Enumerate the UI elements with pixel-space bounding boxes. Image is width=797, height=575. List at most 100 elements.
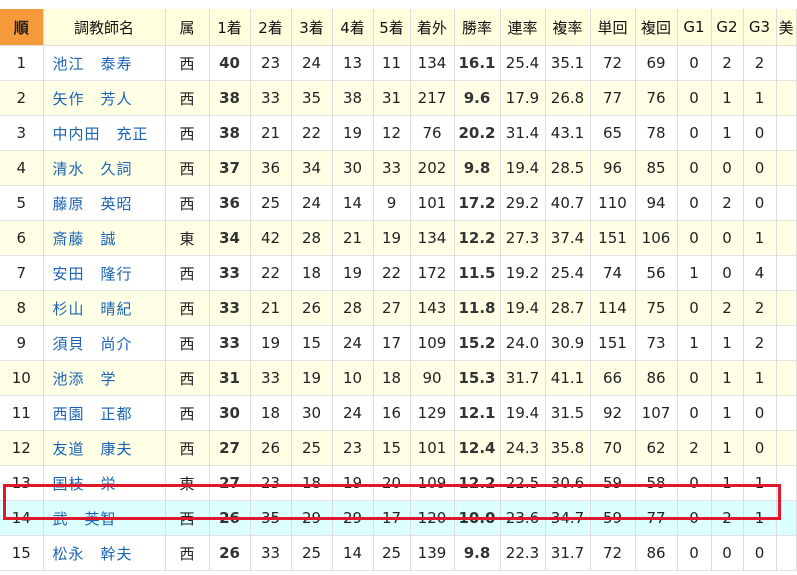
header-row: 順 調教師名 属 1着 2着 3着 4着 5着 着外 勝率 連率 複率 単回 複… xyxy=(0,9,797,46)
header-g2[interactable]: G2 xyxy=(711,9,744,46)
cell-trainer-name[interactable]: 西園 正都 xyxy=(43,395,166,431)
cell-out: 101 xyxy=(410,430,455,466)
header-top3-rate[interactable]: 複率 xyxy=(545,9,591,46)
header-trainer-name[interactable]: 調教師名 xyxy=(43,9,166,46)
header-2nd[interactable]: 2着 xyxy=(250,9,292,46)
cell-4th: 14 xyxy=(332,185,374,221)
cell-affiliation: 西 xyxy=(165,360,210,396)
cell-5th: 12 xyxy=(373,115,411,151)
cell-trainer-name[interactable]: 斎藤 誠 xyxy=(43,220,166,256)
cell-extra xyxy=(776,500,797,536)
cell-g1: 0 xyxy=(677,500,712,536)
trainer-ranking-table: 順 調教師名 属 1着 2着 3着 4着 5着 着外 勝率 連率 複率 単回 複… xyxy=(0,9,797,571)
cell-trainer-name[interactable]: 清水 久詞 xyxy=(43,150,166,186)
cell-trainer-name[interactable]: 友道 康夫 xyxy=(43,430,166,466)
cell-trainer-name[interactable]: 国枝 栄 xyxy=(43,465,166,501)
cell-2nd: 18 xyxy=(250,395,292,431)
header-win-return[interactable]: 単回 xyxy=(590,9,636,46)
cell-trainer-name[interactable]: 安田 隆行 xyxy=(43,255,166,291)
cell-1st: 31 xyxy=(209,360,251,396)
header-extra[interactable]: 美 xyxy=(776,9,797,46)
cell-trainer-name[interactable]: 須貝 尚介 xyxy=(43,325,166,361)
cell-4th: 19 xyxy=(332,115,374,151)
header-g3[interactable]: G3 xyxy=(743,9,777,46)
header-4th[interactable]: 4着 xyxy=(332,9,374,46)
cell-top2-rate: 19.2 xyxy=(500,255,546,291)
table-row: 2 矢作 芳人西 38 33 35 38 31 217 9.6 17.9 26.8 77 76 0 1 1 xyxy=(0,80,797,116)
cell-trainer-name[interactable]: 藤原 英昭 xyxy=(43,185,166,221)
cell-trainer-name[interactable]: 池添 学 xyxy=(43,360,166,396)
cell-g3: 1 xyxy=(743,80,777,116)
header-1st[interactable]: 1着 xyxy=(209,9,251,46)
cell-4th: 14 xyxy=(332,535,374,571)
cell-win-rate: 12.1 xyxy=(454,395,501,431)
header-place-return[interactable]: 複回 xyxy=(635,9,678,46)
header-5th[interactable]: 5着 xyxy=(373,9,411,46)
cell-g2: 0 xyxy=(711,535,744,571)
cell-g3: 0 xyxy=(743,185,777,221)
cell-3rd: 18 xyxy=(291,255,333,291)
cell-rank: 6 xyxy=(0,220,44,256)
cell-trainer-name[interactable]: 武 英智 xyxy=(43,500,166,536)
cell-affiliation: 西 xyxy=(165,430,210,466)
cell-top2-rate: 31.4 xyxy=(500,115,546,151)
cell-extra xyxy=(776,360,797,396)
cell-g2: 2 xyxy=(711,45,744,81)
cell-place-return: 56 xyxy=(635,255,678,291)
cell-affiliation: 西 xyxy=(165,115,210,151)
cell-trainer-name[interactable]: 池江 泰寿 xyxy=(43,45,166,81)
table-row: 11 西園 正都西 30 18 30 24 16 129 12.1 19.4 31.5 92 107 0 1… xyxy=(0,395,797,431)
cell-place-return: 86 xyxy=(635,360,678,396)
cell-top2-rate: 25.4 xyxy=(500,45,546,81)
cell-extra xyxy=(776,150,797,186)
cell-extra xyxy=(776,465,797,501)
cell-extra xyxy=(776,255,797,291)
cell-top3-rate: 35.8 xyxy=(545,430,591,466)
header-top2-rate[interactable]: 連率 xyxy=(500,9,546,46)
cell-g3: 0 xyxy=(743,535,777,571)
cell-trainer-name[interactable]: 杉山 晴紀 xyxy=(43,290,166,326)
cell-rank: 7 xyxy=(0,255,44,291)
header-3rd[interactable]: 3着 xyxy=(291,9,333,46)
cell-g2: 2 xyxy=(711,185,744,221)
cell-affiliation: 西 xyxy=(165,325,210,361)
cell-5th: 20 xyxy=(373,465,411,501)
cell-out: 139 xyxy=(410,535,455,571)
cell-win-return: 77 xyxy=(590,80,636,116)
cell-3rd: 24 xyxy=(291,185,333,221)
header-out[interactable]: 着外 xyxy=(410,9,455,46)
cell-4th: 24 xyxy=(332,325,374,361)
header-rank[interactable]: 順 xyxy=(0,9,44,46)
cell-rank: 11 xyxy=(0,395,44,431)
cell-1st: 40 xyxy=(209,45,251,81)
cell-g1: 0 xyxy=(677,465,712,501)
cell-g3: 1 xyxy=(743,500,777,536)
cell-g2: 2 xyxy=(711,290,744,326)
cell-top2-rate: 27.3 xyxy=(500,220,546,256)
cell-affiliation: 西 xyxy=(165,80,210,116)
cell-2nd: 33 xyxy=(250,80,292,116)
cell-out: 76 xyxy=(410,115,455,151)
cell-top3-rate: 35.1 xyxy=(545,45,591,81)
cell-extra xyxy=(776,325,797,361)
header-affiliation[interactable]: 属 xyxy=(165,9,210,46)
trainer-ranking-table-wrap: 順 調教師名 属 1着 2着 3着 4着 5着 着外 勝率 連率 複率 単回 複… xyxy=(0,9,797,571)
cell-g2: 1 xyxy=(711,325,744,361)
cell-trainer-name[interactable]: 中内田 充正 xyxy=(43,115,166,151)
table-row: 1 池江 泰寿西 40 23 24 13 11 134 16.1 25.4 35.1 72 69 0 2 2 xyxy=(0,45,797,81)
table-row: 14 武 英智西 26 35 29 29 17 120 10.0 23.6 34.7 59 77 0 2 1 xyxy=(0,500,797,536)
header-win-rate[interactable]: 勝率 xyxy=(454,9,501,46)
cell-affiliation: 西 xyxy=(165,185,210,221)
cell-3rd: 30 xyxy=(291,395,333,431)
cell-5th: 16 xyxy=(373,395,411,431)
table-row: 5 藤原 英昭西 36 25 24 14 9 101 17.2 29.2 40.7 110 94 0 2 0 xyxy=(0,185,797,221)
cell-top2-rate: 31.7 xyxy=(500,360,546,396)
cell-affiliation: 西 xyxy=(165,535,210,571)
header-g1[interactable]: G1 xyxy=(677,9,712,46)
cell-2nd: 33 xyxy=(250,535,292,571)
cell-trainer-name[interactable]: 松永 幹夫 xyxy=(43,535,166,571)
cell-rank: 13 xyxy=(0,465,44,501)
cell-1st: 34 xyxy=(209,220,251,256)
cell-trainer-name[interactable]: 矢作 芳人 xyxy=(43,80,166,116)
cell-1st: 37 xyxy=(209,150,251,186)
